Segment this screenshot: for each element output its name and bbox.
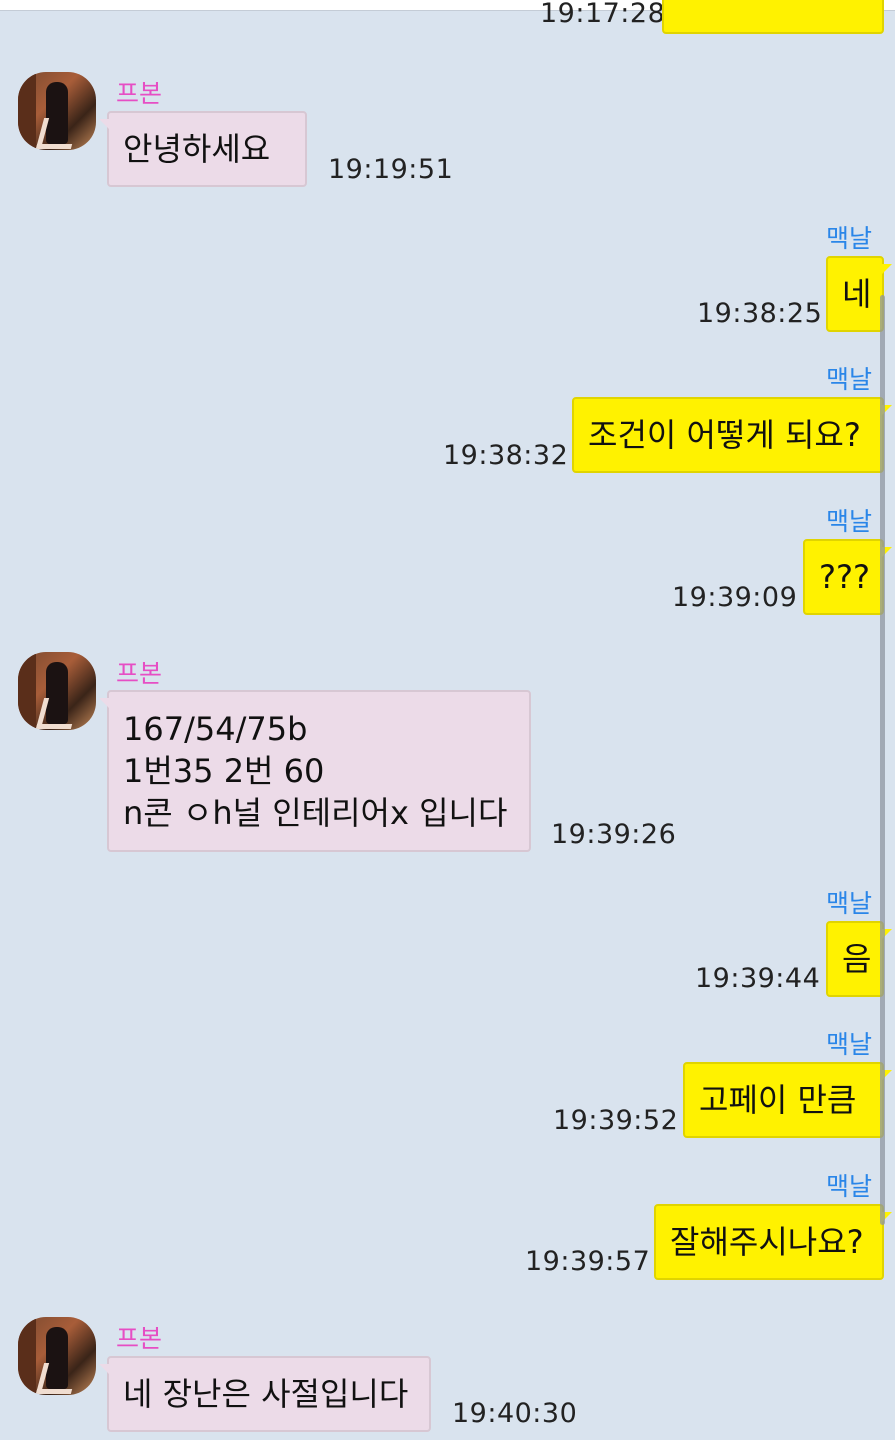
sender-name: 프본 xyxy=(116,659,163,688)
message-time: 19:39:57 xyxy=(525,1246,651,1277)
sender-name: 맥날 xyxy=(826,224,873,253)
sender-name: 맥날 xyxy=(826,507,873,536)
chat-screen: 19:17:28 프본 안녕하세요 19:19:51 맥날 네 19:38:25… xyxy=(0,0,895,1440)
message-time: 19:39:44 xyxy=(695,963,821,994)
message-time: 19:40:30 xyxy=(452,1398,578,1429)
message-time: 19:39:09 xyxy=(672,582,798,613)
message-bubble[interactable]: 안녕하세요 xyxy=(99,111,307,187)
sender-name: 프본 xyxy=(116,1324,163,1353)
sender-avatar[interactable] xyxy=(18,652,96,730)
sender-name: 프본 xyxy=(116,79,163,108)
message-bubble[interactable]: 167/54/75b 1번35 2번 60 n콘 ㅇh널 인테리어x 입니다 xyxy=(99,690,531,852)
message-time: 19:38:25 xyxy=(697,298,823,329)
message-line: n콘 ㅇh널 인테리어x 입니다 xyxy=(123,794,508,832)
message-time: 19:17:28 xyxy=(540,0,666,29)
sender-avatar[interactable] xyxy=(18,1317,96,1395)
message-bubble[interactable]: 네 xyxy=(826,256,892,332)
message-bubble[interactable]: 음 xyxy=(826,921,892,997)
message-time: 19:19:51 xyxy=(328,154,454,185)
message-bubble-partial[interactable] xyxy=(662,0,884,34)
sender-avatar[interactable] xyxy=(18,72,96,150)
sender-name: 맥날 xyxy=(826,889,873,918)
message-line: 167/54/75b xyxy=(123,710,308,748)
message-bubble[interactable]: 잘해주시나요? xyxy=(654,1204,892,1280)
scrollbar[interactable] xyxy=(880,295,885,1225)
sender-name: 맥날 xyxy=(826,1172,873,1201)
message-time: 19:38:32 xyxy=(443,440,569,471)
message-bubble[interactable]: 조건이 어떻게 되요? xyxy=(572,397,892,473)
message-time: 19:39:26 xyxy=(551,819,677,850)
message-bubble[interactable]: 네 장난은 사절입니다 xyxy=(99,1356,431,1432)
message-line: 1번35 2번 60 xyxy=(123,752,325,790)
message-time: 19:39:52 xyxy=(553,1105,679,1136)
message-bubble[interactable]: ??? xyxy=(803,539,892,615)
message-bubble[interactable]: 고페이 만큼 xyxy=(683,1062,892,1138)
sender-name: 맥날 xyxy=(826,1030,873,1059)
sender-name: 맥날 xyxy=(826,365,873,394)
